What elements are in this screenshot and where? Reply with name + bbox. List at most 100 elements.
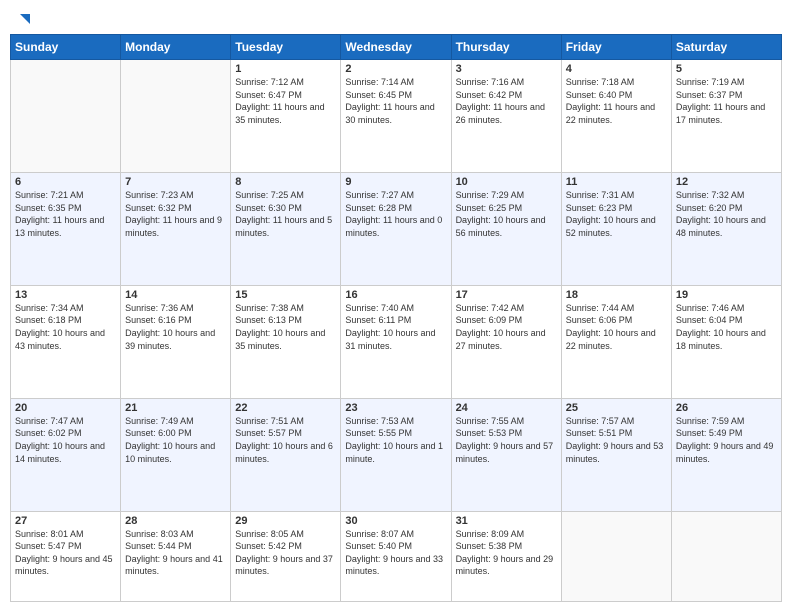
calendar-cell: [671, 511, 781, 601]
day-info: Sunrise: 7:42 AM Sunset: 6:09 PM Dayligh…: [456, 302, 557, 352]
day-info: Sunrise: 7:55 AM Sunset: 5:53 PM Dayligh…: [456, 415, 557, 465]
calendar-header-thursday: Thursday: [451, 35, 561, 60]
calendar-cell: 31Sunrise: 8:09 AM Sunset: 5:38 PM Dayli…: [451, 511, 561, 601]
week-row-3: 13Sunrise: 7:34 AM Sunset: 6:18 PM Dayli…: [11, 285, 782, 398]
day-number: 11: [566, 176, 667, 188]
day-info: Sunrise: 8:01 AM Sunset: 5:47 PM Dayligh…: [15, 528, 116, 578]
calendar-header-friday: Friday: [561, 35, 671, 60]
day-info: Sunrise: 7:23 AM Sunset: 6:32 PM Dayligh…: [125, 189, 226, 239]
day-number: 21: [125, 402, 226, 414]
day-info: Sunrise: 7:36 AM Sunset: 6:16 PM Dayligh…: [125, 302, 226, 352]
calendar-cell: 21Sunrise: 7:49 AM Sunset: 6:00 PM Dayli…: [121, 398, 231, 511]
day-number: 20: [15, 402, 116, 414]
day-info: Sunrise: 7:27 AM Sunset: 6:28 PM Dayligh…: [345, 189, 446, 239]
calendar-cell: 4Sunrise: 7:18 AM Sunset: 6:40 PM Daylig…: [561, 60, 671, 173]
calendar-cell: 10Sunrise: 7:29 AM Sunset: 6:25 PM Dayli…: [451, 172, 561, 285]
day-info: Sunrise: 7:16 AM Sunset: 6:42 PM Dayligh…: [456, 76, 557, 126]
day-number: 14: [125, 289, 226, 301]
day-info: Sunrise: 7:40 AM Sunset: 6:11 PM Dayligh…: [345, 302, 446, 352]
day-info: Sunrise: 7:18 AM Sunset: 6:40 PM Dayligh…: [566, 76, 667, 126]
day-number: 23: [345, 402, 446, 414]
day-info: Sunrise: 7:59 AM Sunset: 5:49 PM Dayligh…: [676, 415, 777, 465]
logo-icon: [12, 10, 32, 30]
day-info: Sunrise: 7:38 AM Sunset: 6:13 PM Dayligh…: [235, 302, 336, 352]
day-info: Sunrise: 7:53 AM Sunset: 5:55 PM Dayligh…: [345, 415, 446, 465]
calendar-cell: 6Sunrise: 7:21 AM Sunset: 6:35 PM Daylig…: [11, 172, 121, 285]
header: [10, 10, 782, 26]
calendar-header-row: SundayMondayTuesdayWednesdayThursdayFrid…: [11, 35, 782, 60]
week-row-1: 1Sunrise: 7:12 AM Sunset: 6:47 PM Daylig…: [11, 60, 782, 173]
calendar-header-saturday: Saturday: [671, 35, 781, 60]
day-number: 31: [456, 515, 557, 527]
calendar-cell: 25Sunrise: 7:57 AM Sunset: 5:51 PM Dayli…: [561, 398, 671, 511]
day-number: 9: [345, 176, 446, 188]
calendar-cell: 11Sunrise: 7:31 AM Sunset: 6:23 PM Dayli…: [561, 172, 671, 285]
day-info: Sunrise: 7:21 AM Sunset: 6:35 PM Dayligh…: [15, 189, 116, 239]
day-number: 18: [566, 289, 667, 301]
day-number: 13: [15, 289, 116, 301]
calendar-cell: 29Sunrise: 8:05 AM Sunset: 5:42 PM Dayli…: [231, 511, 341, 601]
calendar-cell: 27Sunrise: 8:01 AM Sunset: 5:47 PM Dayli…: [11, 511, 121, 601]
calendar-cell: 15Sunrise: 7:38 AM Sunset: 6:13 PM Dayli…: [231, 285, 341, 398]
day-info: Sunrise: 7:19 AM Sunset: 6:37 PM Dayligh…: [676, 76, 777, 126]
day-number: 1: [235, 63, 336, 75]
calendar-cell: [121, 60, 231, 173]
day-info: Sunrise: 7:31 AM Sunset: 6:23 PM Dayligh…: [566, 189, 667, 239]
day-info: Sunrise: 7:47 AM Sunset: 6:02 PM Dayligh…: [15, 415, 116, 465]
calendar-cell: 30Sunrise: 8:07 AM Sunset: 5:40 PM Dayli…: [341, 511, 451, 601]
calendar-header-wednesday: Wednesday: [341, 35, 451, 60]
calendar-cell: [11, 60, 121, 173]
day-info: Sunrise: 8:07 AM Sunset: 5:40 PM Dayligh…: [345, 528, 446, 578]
calendar-header-sunday: Sunday: [11, 35, 121, 60]
day-number: 22: [235, 402, 336, 414]
day-info: Sunrise: 7:29 AM Sunset: 6:25 PM Dayligh…: [456, 189, 557, 239]
calendar-cell: 26Sunrise: 7:59 AM Sunset: 5:49 PM Dayli…: [671, 398, 781, 511]
day-number: 15: [235, 289, 336, 301]
day-number: 7: [125, 176, 226, 188]
calendar-cell: 1Sunrise: 7:12 AM Sunset: 6:47 PM Daylig…: [231, 60, 341, 173]
day-number: 6: [15, 176, 116, 188]
page: SundayMondayTuesdayWednesdayThursdayFrid…: [0, 0, 792, 612]
calendar-cell: 22Sunrise: 7:51 AM Sunset: 5:57 PM Dayli…: [231, 398, 341, 511]
calendar-cell: 16Sunrise: 7:40 AM Sunset: 6:11 PM Dayli…: [341, 285, 451, 398]
calendar-cell: 14Sunrise: 7:36 AM Sunset: 6:16 PM Dayli…: [121, 285, 231, 398]
day-info: Sunrise: 7:14 AM Sunset: 6:45 PM Dayligh…: [345, 76, 446, 126]
day-info: Sunrise: 7:49 AM Sunset: 6:00 PM Dayligh…: [125, 415, 226, 465]
calendar-cell: 5Sunrise: 7:19 AM Sunset: 6:37 PM Daylig…: [671, 60, 781, 173]
day-number: 24: [456, 402, 557, 414]
day-info: Sunrise: 7:34 AM Sunset: 6:18 PM Dayligh…: [15, 302, 116, 352]
day-info: Sunrise: 7:12 AM Sunset: 6:47 PM Dayligh…: [235, 76, 336, 126]
day-info: Sunrise: 8:05 AM Sunset: 5:42 PM Dayligh…: [235, 528, 336, 578]
day-info: Sunrise: 7:57 AM Sunset: 5:51 PM Dayligh…: [566, 415, 667, 465]
day-info: Sunrise: 7:32 AM Sunset: 6:20 PM Dayligh…: [676, 189, 777, 239]
day-info: Sunrise: 7:51 AM Sunset: 5:57 PM Dayligh…: [235, 415, 336, 465]
week-row-2: 6Sunrise: 7:21 AM Sunset: 6:35 PM Daylig…: [11, 172, 782, 285]
day-number: 17: [456, 289, 557, 301]
day-number: 10: [456, 176, 557, 188]
calendar-cell: 7Sunrise: 7:23 AM Sunset: 6:32 PM Daylig…: [121, 172, 231, 285]
day-info: Sunrise: 7:25 AM Sunset: 6:30 PM Dayligh…: [235, 189, 336, 239]
calendar-cell: 8Sunrise: 7:25 AM Sunset: 6:30 PM Daylig…: [231, 172, 341, 285]
day-number: 25: [566, 402, 667, 414]
calendar-cell: 18Sunrise: 7:44 AM Sunset: 6:06 PM Dayli…: [561, 285, 671, 398]
logo: [10, 10, 32, 26]
day-info: Sunrise: 7:46 AM Sunset: 6:04 PM Dayligh…: [676, 302, 777, 352]
day-number: 30: [345, 515, 446, 527]
calendar-cell: 13Sunrise: 7:34 AM Sunset: 6:18 PM Dayli…: [11, 285, 121, 398]
day-number: 29: [235, 515, 336, 527]
calendar-table: SundayMondayTuesdayWednesdayThursdayFrid…: [10, 34, 782, 602]
day-number: 16: [345, 289, 446, 301]
calendar-header-tuesday: Tuesday: [231, 35, 341, 60]
calendar-cell: 3Sunrise: 7:16 AM Sunset: 6:42 PM Daylig…: [451, 60, 561, 173]
day-number: 12: [676, 176, 777, 188]
week-row-5: 27Sunrise: 8:01 AM Sunset: 5:47 PM Dayli…: [11, 511, 782, 601]
calendar-cell: 28Sunrise: 8:03 AM Sunset: 5:44 PM Dayli…: [121, 511, 231, 601]
calendar-cell: 17Sunrise: 7:42 AM Sunset: 6:09 PM Dayli…: [451, 285, 561, 398]
day-number: 27: [15, 515, 116, 527]
calendar-cell: 20Sunrise: 7:47 AM Sunset: 6:02 PM Dayli…: [11, 398, 121, 511]
week-row-4: 20Sunrise: 7:47 AM Sunset: 6:02 PM Dayli…: [11, 398, 782, 511]
day-number: 26: [676, 402, 777, 414]
calendar-cell: 9Sunrise: 7:27 AM Sunset: 6:28 PM Daylig…: [341, 172, 451, 285]
calendar-cell: 24Sunrise: 7:55 AM Sunset: 5:53 PM Dayli…: [451, 398, 561, 511]
day-number: 19: [676, 289, 777, 301]
